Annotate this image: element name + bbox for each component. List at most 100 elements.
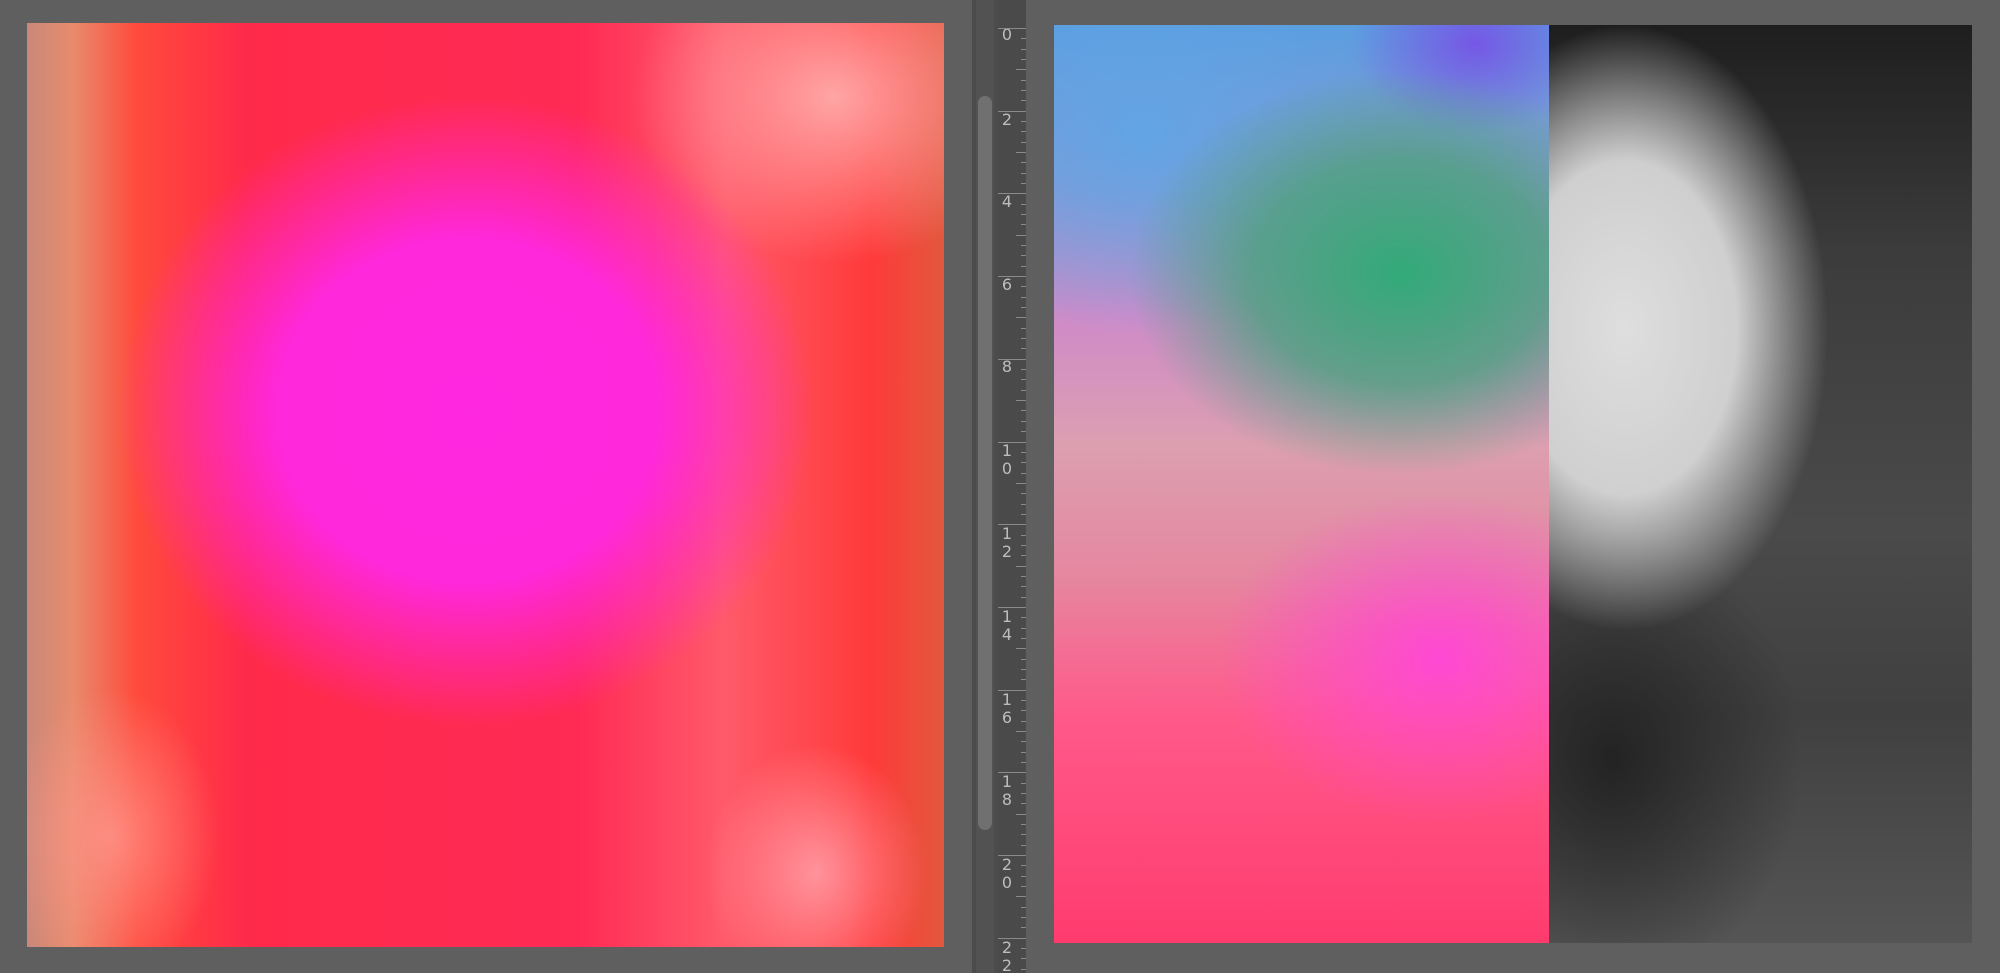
ruler-tick bbox=[998, 607, 1026, 608]
ruler-tick bbox=[1021, 876, 1026, 877]
ruler-tick bbox=[1021, 493, 1026, 494]
canvas-left-gradient[interactable] bbox=[27, 23, 944, 947]
ruler-label: 1 2 bbox=[1001, 524, 1013, 561]
ruler-tick bbox=[998, 111, 1026, 112]
ruler-tick bbox=[1021, 390, 1026, 391]
ruler-tick bbox=[1016, 317, 1026, 318]
ruler-tick bbox=[1021, 628, 1026, 629]
ruler-tick bbox=[1016, 69, 1026, 70]
ruler-tick bbox=[1021, 834, 1026, 835]
ruler-tick bbox=[1021, 173, 1026, 174]
ruler-tick bbox=[1021, 49, 1026, 50]
ruler-tick bbox=[1021, 100, 1026, 101]
ruler-tick bbox=[1021, 307, 1026, 308]
ruler-tick bbox=[1021, 286, 1026, 287]
ruler-tick bbox=[1021, 38, 1026, 39]
ruler-tick bbox=[1021, 328, 1026, 329]
canvas-middle-gradient[interactable] bbox=[1054, 25, 1549, 943]
ruler-tick bbox=[1021, 421, 1026, 422]
ruler-label: 2 0 bbox=[1001, 855, 1013, 892]
ruler-label: 2 bbox=[1001, 110, 1013, 129]
ruler-tick bbox=[1021, 452, 1026, 453]
ruler-tick bbox=[1016, 235, 1026, 236]
ruler-tick bbox=[1021, 597, 1026, 598]
ruler-label: 6 bbox=[1001, 275, 1013, 294]
ruler-tick bbox=[1021, 142, 1026, 143]
ruler-tick bbox=[1021, 338, 1026, 339]
ruler-tick bbox=[1021, 721, 1026, 722]
ruler-tick bbox=[1021, 969, 1026, 970]
ruler-tick bbox=[1021, 379, 1026, 380]
ruler-tick bbox=[1021, 917, 1026, 918]
ruler-tick bbox=[1021, 545, 1026, 546]
scrollbar-thumb[interactable] bbox=[978, 96, 992, 830]
ruler-tick bbox=[1021, 266, 1026, 267]
ruler-label: 1 4 bbox=[1001, 607, 1013, 644]
ruler-tick bbox=[1016, 566, 1026, 567]
ruler-tick bbox=[998, 855, 1026, 856]
ruler-tick bbox=[998, 938, 1026, 939]
ruler-tick bbox=[1021, 224, 1026, 225]
ruler-tick bbox=[1016, 400, 1026, 401]
ruler-tick bbox=[1021, 204, 1026, 205]
ruler-tick bbox=[1021, 245, 1026, 246]
ruler-tick bbox=[1021, 162, 1026, 163]
ruler-tick bbox=[1021, 555, 1026, 556]
ruler-tick bbox=[1021, 865, 1026, 866]
ruler-label: 1 8 bbox=[1001, 772, 1013, 809]
ruler-tick bbox=[1016, 896, 1026, 897]
ruler-tick bbox=[1021, 214, 1026, 215]
ruler-tick bbox=[1021, 473, 1026, 474]
ruler-tick bbox=[1021, 845, 1026, 846]
ruler-tick bbox=[998, 276, 1026, 277]
ruler-tick bbox=[1021, 710, 1026, 711]
ruler-tick bbox=[1021, 462, 1026, 463]
ruler-tick bbox=[1021, 793, 1026, 794]
ruler-tick bbox=[998, 442, 1026, 443]
ruler-tick bbox=[1021, 700, 1026, 701]
ruler-label: 1 0 bbox=[1001, 441, 1013, 478]
ruler-tick bbox=[1021, 80, 1026, 81]
canvas-right-grayscale[interactable] bbox=[1549, 25, 1972, 943]
ruler-tick bbox=[1021, 886, 1026, 887]
vertical-ruler: 0 2 4 6 8 1 0 1 2 1 4 1 6 1 8 2 0 2 2 bbox=[998, 0, 1026, 973]
ruler-tick bbox=[1016, 483, 1026, 484]
ruler-tick bbox=[998, 524, 1026, 525]
ruler-tick bbox=[1016, 152, 1026, 153]
ruler-tick bbox=[1021, 59, 1026, 60]
ruler-tick bbox=[1021, 297, 1026, 298]
ruler-tick bbox=[1021, 586, 1026, 587]
ruler-tick bbox=[1021, 255, 1026, 256]
ruler-tick bbox=[1021, 576, 1026, 577]
ruler-tick bbox=[1021, 824, 1026, 825]
ruler-tick bbox=[1021, 752, 1026, 753]
ruler-tick bbox=[1021, 369, 1026, 370]
ruler-tick bbox=[1021, 783, 1026, 784]
ruler-tick bbox=[1021, 948, 1026, 949]
ruler-tick bbox=[1016, 814, 1026, 815]
ruler-tick bbox=[998, 359, 1026, 360]
ruler-tick bbox=[1021, 638, 1026, 639]
ruler-label: 2 2 bbox=[1001, 938, 1013, 973]
ruler-tick bbox=[1021, 958, 1026, 959]
ruler-tick bbox=[1021, 617, 1026, 618]
ruler-tick bbox=[1021, 410, 1026, 411]
ruler-tick bbox=[998, 193, 1026, 194]
ruler-tick bbox=[1021, 504, 1026, 505]
ruler-tick bbox=[1021, 669, 1026, 670]
ruler-tick bbox=[1021, 535, 1026, 536]
ruler-tick bbox=[1021, 927, 1026, 928]
ruler-label: 8 bbox=[1001, 357, 1013, 376]
ruler-tick bbox=[1021, 90, 1026, 91]
ruler-tick bbox=[1016, 648, 1026, 649]
ruler-label: 4 bbox=[1001, 192, 1013, 211]
ruler-tick bbox=[1021, 803, 1026, 804]
ruler-label: 1 6 bbox=[1001, 690, 1013, 727]
ruler-tick bbox=[1021, 131, 1026, 132]
ruler-tick bbox=[998, 690, 1026, 691]
ruler-tick bbox=[1021, 183, 1026, 184]
ruler-tick bbox=[1021, 762, 1026, 763]
ruler-tick bbox=[1021, 514, 1026, 515]
ruler-tick bbox=[1021, 741, 1026, 742]
ruler-tick bbox=[1016, 731, 1026, 732]
